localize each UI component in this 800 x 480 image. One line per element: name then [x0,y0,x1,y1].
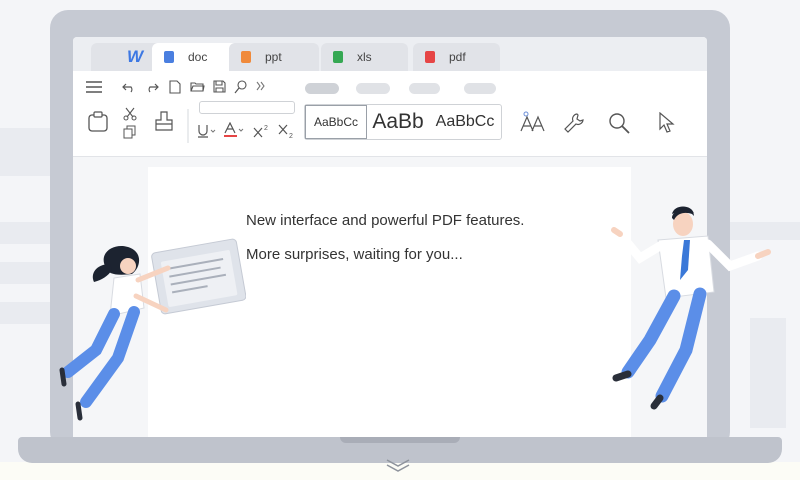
separator [187,109,189,143]
document-text-line: New interface and powerful PDF features. [246,212,525,229]
ribbon-tab-placeholder[interactable] [409,83,440,94]
font-name-select[interactable] [199,101,295,114]
background-stripe [0,262,52,284]
laptop-notch [340,437,460,443]
tab-label: pdf [449,50,466,64]
pdf-file-icon [425,51,435,63]
search-icon[interactable] [607,111,631,135]
xls-file-icon [333,51,343,63]
style-heading[interactable]: AaBb [367,105,429,139]
woman-holding-document-illustration [56,238,247,433]
wrench-tools-icon[interactable] [563,112,585,134]
background-stripe [0,128,52,176]
ribbon-tab-placeholder[interactable] [464,83,496,94]
style-gallery: AaBbCc AaBb AaBbCc [304,104,502,140]
font-color-icon[interactable] [224,122,246,138]
copy-icon[interactable] [123,125,137,139]
text-effects-icon[interactable] [520,111,546,133]
tab-label: ppt [265,50,282,64]
more-chevron-icon[interactable] [256,81,266,91]
tab-ppt[interactable]: ppt [229,43,319,71]
search-replace-icon[interactable] [234,80,247,94]
ribbon-toolbar: 2 2 AaBbCc AaBb AaBbCc [73,71,707,157]
svg-text:2: 2 [289,133,293,139]
tab-label: xls [357,50,372,64]
subscript-icon[interactable]: 2 [278,123,296,139]
paste-icon[interactable] [87,111,109,133]
cut-icon[interactable] [123,107,137,121]
ppt-file-icon [241,51,251,63]
superscript-icon[interactable]: 2 [253,123,271,139]
style-normal[interactable]: AaBbCc [305,105,367,139]
undo-icon[interactable] [122,81,136,93]
scroll-down-chevron-icon[interactable] [385,458,411,472]
background-stripe [0,302,52,324]
svg-text:2: 2 [264,125,268,132]
man-jumping-illustration [600,200,775,425]
wps-logo: W [126,47,143,66]
tab-doc[interactable]: doc [152,43,239,71]
select-cursor-icon[interactable] [658,112,676,134]
menu-icon[interactable] [85,81,103,93]
background-stripe [0,222,52,244]
ribbon-tab-placeholder[interactable] [356,83,390,94]
doc-file-icon [164,51,174,63]
ribbon-tab-placeholder[interactable] [305,83,339,94]
tab-bar: W doc ppt xls pdf [73,37,707,71]
tab-pdf[interactable]: pdf [413,43,500,71]
format-painter-icon[interactable] [154,111,174,131]
tab-xls[interactable]: xls [321,43,408,71]
save-icon[interactable] [213,80,226,93]
new-file-icon[interactable] [169,80,181,94]
underline-icon[interactable] [197,123,217,139]
open-folder-icon[interactable] [190,81,205,93]
tab-label: doc [188,50,208,64]
redo-icon[interactable] [145,81,159,93]
style-subheading[interactable]: AaBbCc [429,105,501,139]
document-text-line: More surprises, waiting for you... [246,246,463,263]
